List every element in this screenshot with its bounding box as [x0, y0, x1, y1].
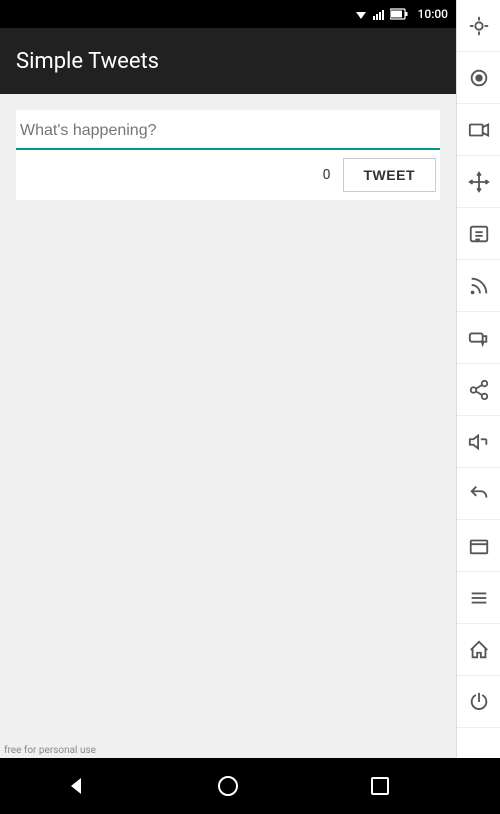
watermark: free for personal use [4, 745, 96, 756]
power-icon[interactable] [457, 676, 500, 728]
char-count: 0 [323, 167, 331, 183]
share-icon[interactable] [457, 364, 500, 416]
window-icon[interactable] [457, 520, 500, 572]
menu-icon[interactable] [457, 572, 500, 624]
back-triangle-icon [65, 775, 87, 797]
wifi-icon [354, 8, 368, 20]
rss-icon[interactable] [457, 260, 500, 312]
video-icon[interactable] [457, 104, 500, 156]
app-title: Simple Tweets [16, 49, 159, 74]
main-content: 0 TWEET [0, 94, 456, 758]
id-badge-icon[interactable] [457, 208, 500, 260]
right-sidebar [456, 0, 500, 758]
app-header: Simple Tweets [0, 28, 456, 94]
recent-nav-button[interactable] [350, 758, 410, 814]
home-circle-icon [217, 775, 239, 797]
home-nav-button[interactable] [198, 758, 258, 814]
status-icons: 10:00 [354, 7, 448, 21]
volume-icon[interactable] [457, 416, 500, 468]
undo-icon[interactable] [457, 468, 500, 520]
battery-icon [390, 8, 408, 20]
move-icon[interactable] [457, 156, 500, 208]
tweet-button[interactable]: TWEET [343, 158, 437, 192]
signal-icon [372, 8, 386, 20]
recent-square-icon [369, 775, 391, 797]
tweet-actions: 0 TWEET [16, 150, 440, 200]
camera-icon[interactable] [457, 52, 500, 104]
home-icon[interactable] [457, 624, 500, 676]
nav-bar [0, 758, 456, 814]
tweet-input-container: 0 TWEET [16, 110, 440, 200]
tweet-text-input[interactable] [16, 118, 440, 150]
status-bar: 10:00 [0, 0, 456, 28]
back-nav-button[interactable] [46, 758, 106, 814]
gps-icon[interactable] [457, 0, 500, 52]
chat-icon[interactable] [457, 312, 500, 364]
time-display: 10:00 [418, 7, 448, 21]
